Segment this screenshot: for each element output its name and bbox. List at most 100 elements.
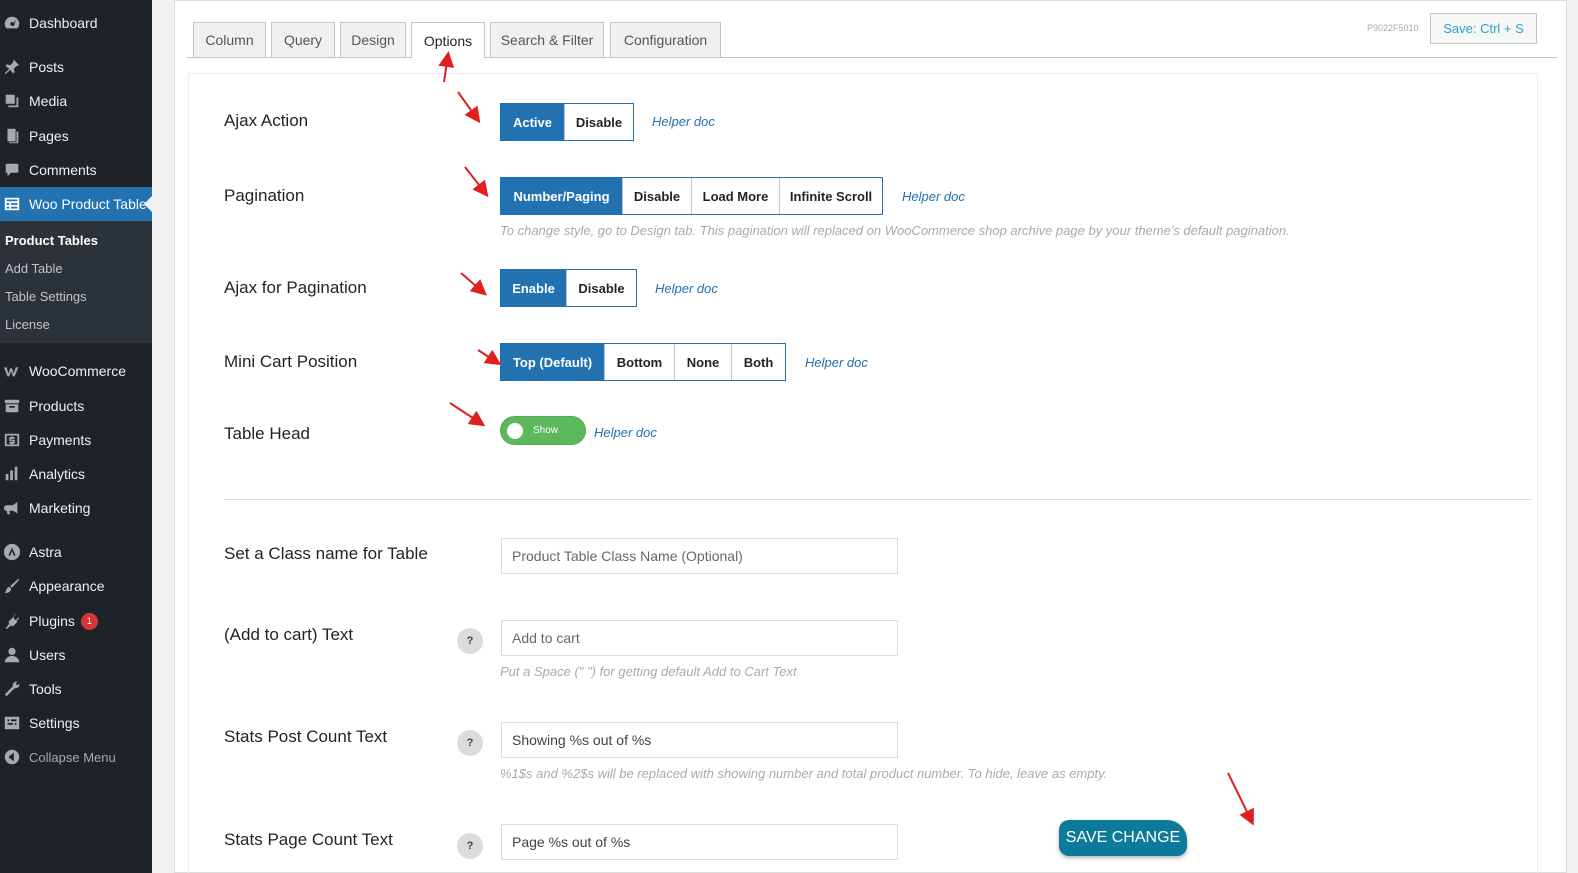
admin-sidebar: Dashboard Posts Media Pages Comments Woo… — [0, 0, 152, 873]
menu-media[interactable]: Media — [0, 84, 152, 118]
menu-label: Marketing — [29, 500, 91, 516]
ajax-pagination-helper-link[interactable]: Helper doc — [655, 281, 718, 296]
add-to-cart-label: (Add to cart) Text — [224, 625, 354, 644]
media-icon — [2, 91, 22, 111]
save-shortcut-button[interactable]: Save: Ctrl + S — [1430, 13, 1537, 44]
menu-comments[interactable]: Comments — [0, 153, 152, 187]
collapse-icon — [2, 747, 22, 767]
menu-payments[interactable]: Payments — [0, 423, 152, 457]
menu-label: Woo Product Table — [29, 196, 147, 212]
menu-label: Products — [29, 398, 85, 414]
pagination-label: Pagination — [224, 186, 305, 205]
table-head-label: Table Head — [224, 424, 311, 443]
stats-post-input[interactable]: Showing %s out of %s — [501, 722, 898, 758]
stats-post-help-icon[interactable]: ? — [457, 730, 483, 756]
tab-column[interactable]: Column — [193, 22, 266, 58]
megaphone-icon — [2, 498, 22, 518]
ajax-action-active-button[interactable]: Active — [501, 104, 564, 140]
ajax-action-disable-button[interactable]: Disable — [564, 104, 633, 140]
menu-users[interactable]: Users — [0, 638, 152, 672]
menu-tools[interactable]: Tools — [0, 672, 152, 706]
section-divider — [224, 499, 1532, 500]
add-to-cart-help-icon[interactable]: ? — [457, 628, 483, 654]
menu-label: Plugins — [29, 613, 75, 629]
mini-cart-both-button[interactable]: Both — [731, 344, 785, 380]
mini-cart-none-button[interactable]: None — [674, 344, 731, 380]
menu-label: Appearance — [29, 578, 105, 594]
pagination-number-button[interactable]: Number/Paging — [501, 178, 622, 214]
save-change-button[interactable]: SAVE CHANGE — [1059, 820, 1187, 856]
submenu-product-tables[interactable]: Product Tables — [5, 233, 98, 248]
settings-icon — [2, 713, 22, 733]
collapse-menu-button[interactable]: Collapse Menu — [0, 740, 152, 774]
ajax-action-label: Ajax Action — [224, 111, 309, 130]
menu-woo-product-table[interactable]: Woo Product Table — [0, 187, 152, 221]
stats-page-input[interactable]: Page %s out of %s — [501, 824, 898, 860]
menu-label: Payments — [29, 432, 92, 448]
toggle-knob — [507, 423, 523, 439]
plug-icon — [2, 611, 22, 631]
options-panel: Ajax Action Active Disable Helper doc Pa… — [188, 73, 1538, 873]
add-to-cart-input[interactable]: Add to cart — [501, 620, 898, 656]
menu-woocommerce[interactable]: WooCommerce — [0, 354, 152, 388]
menu-settings[interactable]: Settings — [0, 706, 152, 740]
submenu-add-table[interactable]: Add Table — [5, 261, 63, 276]
table-head-helper-link[interactable]: Helper doc — [594, 425, 657, 440]
menu-appearance[interactable]: Appearance — [0, 569, 152, 603]
menu-analytics[interactable]: Analytics — [0, 457, 152, 491]
menu-label: Settings — [29, 715, 80, 731]
menu-marketing[interactable]: Marketing — [0, 491, 152, 525]
menu-label: Comments — [29, 162, 97, 178]
pagination-disable-button[interactable]: Disable — [622, 178, 691, 214]
mini-cart-bottom-button[interactable]: Bottom — [604, 344, 674, 380]
ajax-action-group: Active Disable — [500, 103, 634, 141]
user-icon — [2, 645, 22, 665]
pagination-group: Number/Paging Disable Load More Infinite… — [500, 177, 883, 215]
ajax-pagination-label: Ajax for Pagination — [224, 278, 367, 297]
pagination-hint: To change style, go to Design tab. This … — [500, 223, 1290, 238]
menu-label: Posts — [29, 59, 65, 75]
menu-label: Pages — [29, 128, 69, 144]
ajax-pagination-group: Enable Disable — [500, 269, 637, 307]
tab-design[interactable]: Design — [340, 22, 406, 58]
ajax-pagination-enable-button[interactable]: Enable — [501, 270, 566, 306]
comment-icon — [2, 160, 22, 180]
pagination-helper-link[interactable]: Helper doc — [902, 189, 965, 204]
menu-label: Analytics — [29, 466, 86, 482]
stats-page-help-icon[interactable]: ? — [457, 833, 483, 859]
woo-icon — [2, 361, 22, 381]
tab-configuration[interactable]: Configuration — [610, 22, 721, 58]
table-head-toggle[interactable]: Show — [500, 416, 586, 445]
tab-options[interactable]: Options — [411, 22, 485, 59]
menu-products[interactable]: Products — [0, 389, 152, 423]
menu-label: Dashboard — [29, 15, 98, 31]
ajax-action-helper-link[interactable]: Helper doc — [652, 114, 715, 129]
plugins-update-badge: 1 — [80, 612, 98, 630]
menu-label: Media — [29, 93, 68, 109]
mini-cart-group: Top (Default) Bottom None Both — [500, 343, 786, 381]
menu-dashboard[interactable]: Dashboard — [0, 6, 152, 40]
menu-astra[interactable]: Astra — [0, 535, 152, 569]
menu-label: Astra — [29, 544, 62, 560]
menu-posts[interactable]: Posts — [0, 50, 152, 84]
menu-label: Tools — [29, 681, 62, 697]
submenu-license[interactable]: License — [5, 317, 50, 332]
mini-cart-helper-link[interactable]: Helper doc — [805, 355, 868, 370]
brush-icon — [2, 576, 22, 596]
mini-cart-top-button[interactable]: Top (Default) — [501, 344, 604, 380]
menu-label: Collapse Menu — [29, 749, 116, 765]
astra-icon — [2, 542, 22, 562]
tab-search-filter[interactable]: Search & Filter — [490, 22, 604, 58]
tab-query[interactable]: Query — [271, 22, 335, 58]
class-name-input[interactable]: Product Table Class Name (Optional) — [501, 538, 898, 574]
menu-plugins[interactable]: Plugins 1 — [0, 604, 152, 638]
ajax-pagination-disable-button[interactable]: Disable — [566, 270, 636, 306]
menu-pages[interactable]: Pages — [0, 119, 152, 153]
pagination-load-more-button[interactable]: Load More — [691, 178, 779, 214]
mini-cart-label: Mini Cart Position — [224, 352, 358, 371]
submenu-table-settings[interactable]: Table Settings — [5, 289, 87, 304]
main-content: Column Query Design Options Search & Fil… — [174, 0, 1567, 873]
dashboard-icon — [2, 13, 22, 33]
pagination-infinite-scroll-button[interactable]: Infinite Scroll — [779, 178, 882, 214]
stats-post-hint: %1$s and %2$s will be replaced with show… — [500, 766, 1108, 781]
